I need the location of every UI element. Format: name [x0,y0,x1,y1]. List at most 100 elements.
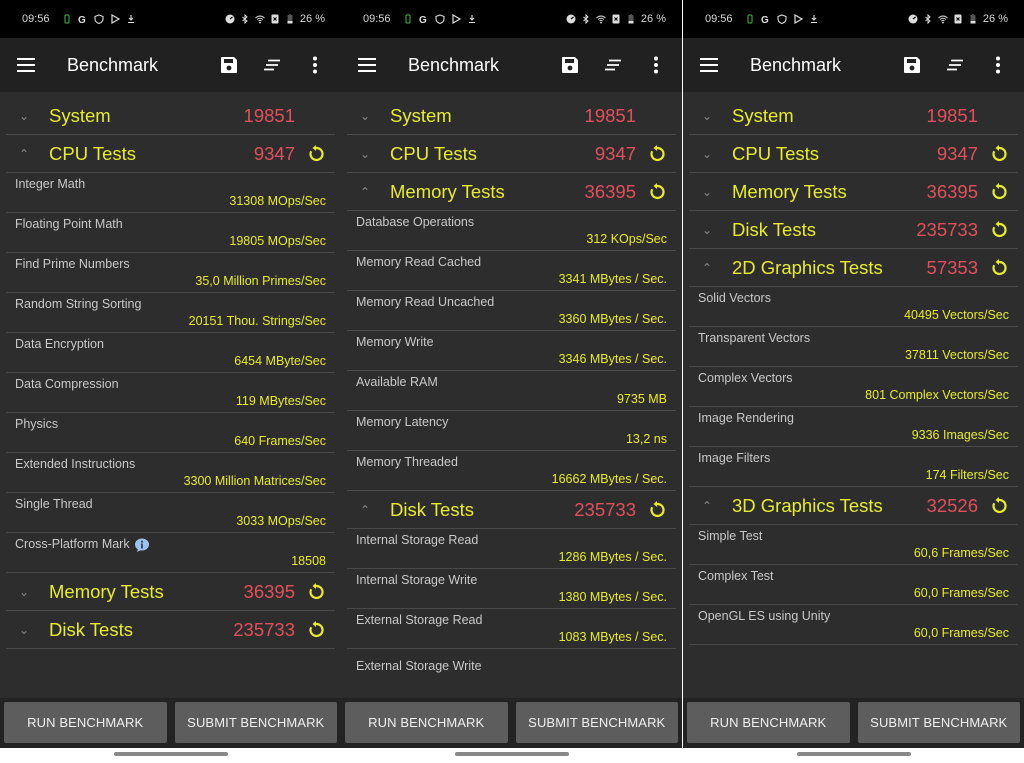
result-value: 3346 MBytes / Sec. [558,352,667,366]
chevron-down-icon[interactable]: ⌄ [9,585,39,599]
battery-saver-icon [64,14,70,24]
result-value: 20151 Thou. Strings/Sec [188,314,326,328]
refresh-icon[interactable] [990,183,1008,201]
chevron-down-icon[interactable]: ⌄ [692,223,722,237]
result-label: OpenGL ES using Unity [698,609,830,623]
results-list: ⌄ System 19851 ⌄ CPU Tests 9347 ⌄ Memory Tests 3… [683,92,1024,698]
chevron-down-icon[interactable]: ⌄ [692,109,722,123]
save-button[interactable] [898,51,926,79]
submit-benchmark-button[interactable]: SUBMIT BENCHMARK [515,702,678,743]
more-options-button[interactable] [642,51,670,79]
refresh-icon[interactable] [990,145,1008,163]
refresh-icon[interactable] [648,145,666,163]
chevron-up-icon[interactable]: ⌃ [692,499,722,513]
save-button[interactable] [556,51,584,79]
sort-icon [947,59,963,71]
refresh-icon[interactable] [307,621,325,639]
benchmark-screen-graphics: 09:56 G 26 % Benchmark ⌄ System 19851 ⌄ C [683,0,1024,763]
home-gesture-handle[interactable] [455,752,569,756]
refresh-icon[interactable] [648,183,666,201]
result-row: Memory Read Cached 3341 MBytes / Sec. [347,251,676,291]
result-value: 37811 Vectors/Sec [904,348,1009,362]
result-label: Simple Test [698,529,762,543]
chevron-up-icon[interactable]: ⌃ [9,147,39,161]
section-header-memory-tests[interactable]: ⌄ Memory Tests 36395 [6,573,335,611]
result-label-text: Transparent Vectors [698,331,811,345]
refresh-icon[interactable] [990,221,1008,239]
results-list: ⌄ System 19851 ⌃ CPU Tests 9347 Integer Math 31… [0,92,341,698]
result-label: Random String Sorting [15,297,141,311]
hamburger-menu-icon[interactable] [17,58,35,72]
section-header-cpu-tests[interactable]: ⌃ CPU Tests 9347 [6,135,335,173]
run-benchmark-button[interactable]: RUN BENCHMARK [345,702,508,743]
result-value: 312 KOps/Sec [586,232,667,246]
result-label-text: External Storage Read [356,613,483,627]
run-benchmark-button[interactable]: RUN BENCHMARK [687,702,850,743]
more-options-button[interactable] [984,51,1012,79]
save-button[interactable] [215,51,243,79]
gesture-nav-bar [0,748,341,763]
section-header-3d-graphics-tests[interactable]: ⌃ 3D Graphics Tests 32526 [689,487,1018,525]
result-label-text: Simple Test [698,529,763,543]
gesture-nav-bar [683,748,1024,763]
sort-button[interactable] [941,51,969,79]
section-score: 9347 [594,142,636,164]
results-list: ⌄ System 19851 ⌄ CPU Tests 9347 ⌃ Memory Tests 3… [341,92,682,698]
result-row: Cross-Platform Mark 18508 [6,533,335,573]
chevron-down-icon[interactable]: ⌄ [692,147,722,161]
home-gesture-handle[interactable] [114,752,228,756]
section-header-system[interactable]: ⌄ System 19851 [347,97,676,135]
section-score: 36395 [584,180,636,202]
chevron-up-icon[interactable]: ⌃ [350,503,380,517]
refresh-icon[interactable] [307,583,325,601]
result-label-text: External Storage Write [356,659,482,673]
refresh-icon[interactable] [648,501,666,519]
benchmark-screen-memory-disk: 09:56 G 26 % Benchmark ⌄ System 19851 ⌄ C [341,0,682,763]
chevron-down-icon[interactable]: ⌄ [9,109,39,123]
battery-saver-icon [405,14,411,24]
result-label: Data Encryption [15,337,104,351]
section-header-memory-tests[interactable]: ⌄ Memory Tests 36395 [689,173,1018,211]
section-score: 19851 [243,104,295,126]
section-header-cpu-tests[interactable]: ⌄ CPU Tests 9347 [347,135,676,173]
more-options-button[interactable] [301,51,329,79]
sort-button[interactable] [258,51,286,79]
wifi-icon [596,15,606,24]
save-icon [904,57,920,73]
chevron-up-icon[interactable]: ⌃ [692,261,722,275]
section-header-memory-tests[interactable]: ⌃ Memory Tests 36395 [347,173,676,211]
run-benchmark-button[interactable]: RUN BENCHMARK [4,702,167,743]
refresh-icon[interactable] [990,497,1008,515]
result-row: Solid Vectors 40495 Vectors/Sec [689,287,1018,327]
submit-benchmark-button[interactable]: SUBMIT BENCHMARK [174,702,337,743]
home-gesture-handle[interactable] [797,752,911,756]
play-store-icon [451,14,461,24]
info-icon[interactable] [134,538,150,552]
result-value: 9336 Images/Sec [911,428,1009,442]
section-header-system[interactable]: ⌄ System 19851 [6,97,335,135]
benchmark-screen-cpu: 09:56 G 26 % Benchmark ⌄ System 19851 ⌃ C [0,0,341,763]
result-value: 3341 MBytes / Sec. [558,272,667,286]
section-header-2d-graphics-tests[interactable]: ⌃ 2D Graphics Tests 57353 [689,249,1018,287]
section-header-cpu-tests[interactable]: ⌄ CPU Tests 9347 [689,135,1018,173]
section-header-disk-tests[interactable]: ⌄ Disk Tests 235733 [689,211,1018,249]
refresh-icon[interactable] [307,145,325,163]
result-label: Floating Point Math [15,217,123,231]
chevron-down-icon[interactable]: ⌄ [9,623,39,637]
section-header-disk-tests[interactable]: ⌄ Disk Tests 235733 [6,611,335,649]
chevron-down-icon[interactable]: ⌄ [692,185,722,199]
chevron-up-icon[interactable]: ⌃ [350,185,380,199]
refresh-icon[interactable] [990,259,1008,277]
hamburger-menu-icon[interactable] [700,58,718,72]
result-value: 3033 MOps/Sec [236,514,326,528]
result-row: Image Filters 174 Filters/Sec [689,447,1018,487]
section-header-system[interactable]: ⌄ System 19851 [689,97,1018,135]
submit-benchmark-button[interactable]: SUBMIT BENCHMARK [857,702,1020,743]
result-label-text: Find Prime Numbers [15,257,130,271]
section-header-disk-tests[interactable]: ⌃ Disk Tests 235733 [347,491,676,529]
sort-button[interactable] [599,51,627,79]
chevron-down-icon[interactable]: ⌄ [350,109,380,123]
hamburger-menu-icon[interactable] [358,58,376,72]
chevron-down-icon[interactable]: ⌄ [350,147,380,161]
status-bar: 09:56 G 26 % [683,0,1024,38]
